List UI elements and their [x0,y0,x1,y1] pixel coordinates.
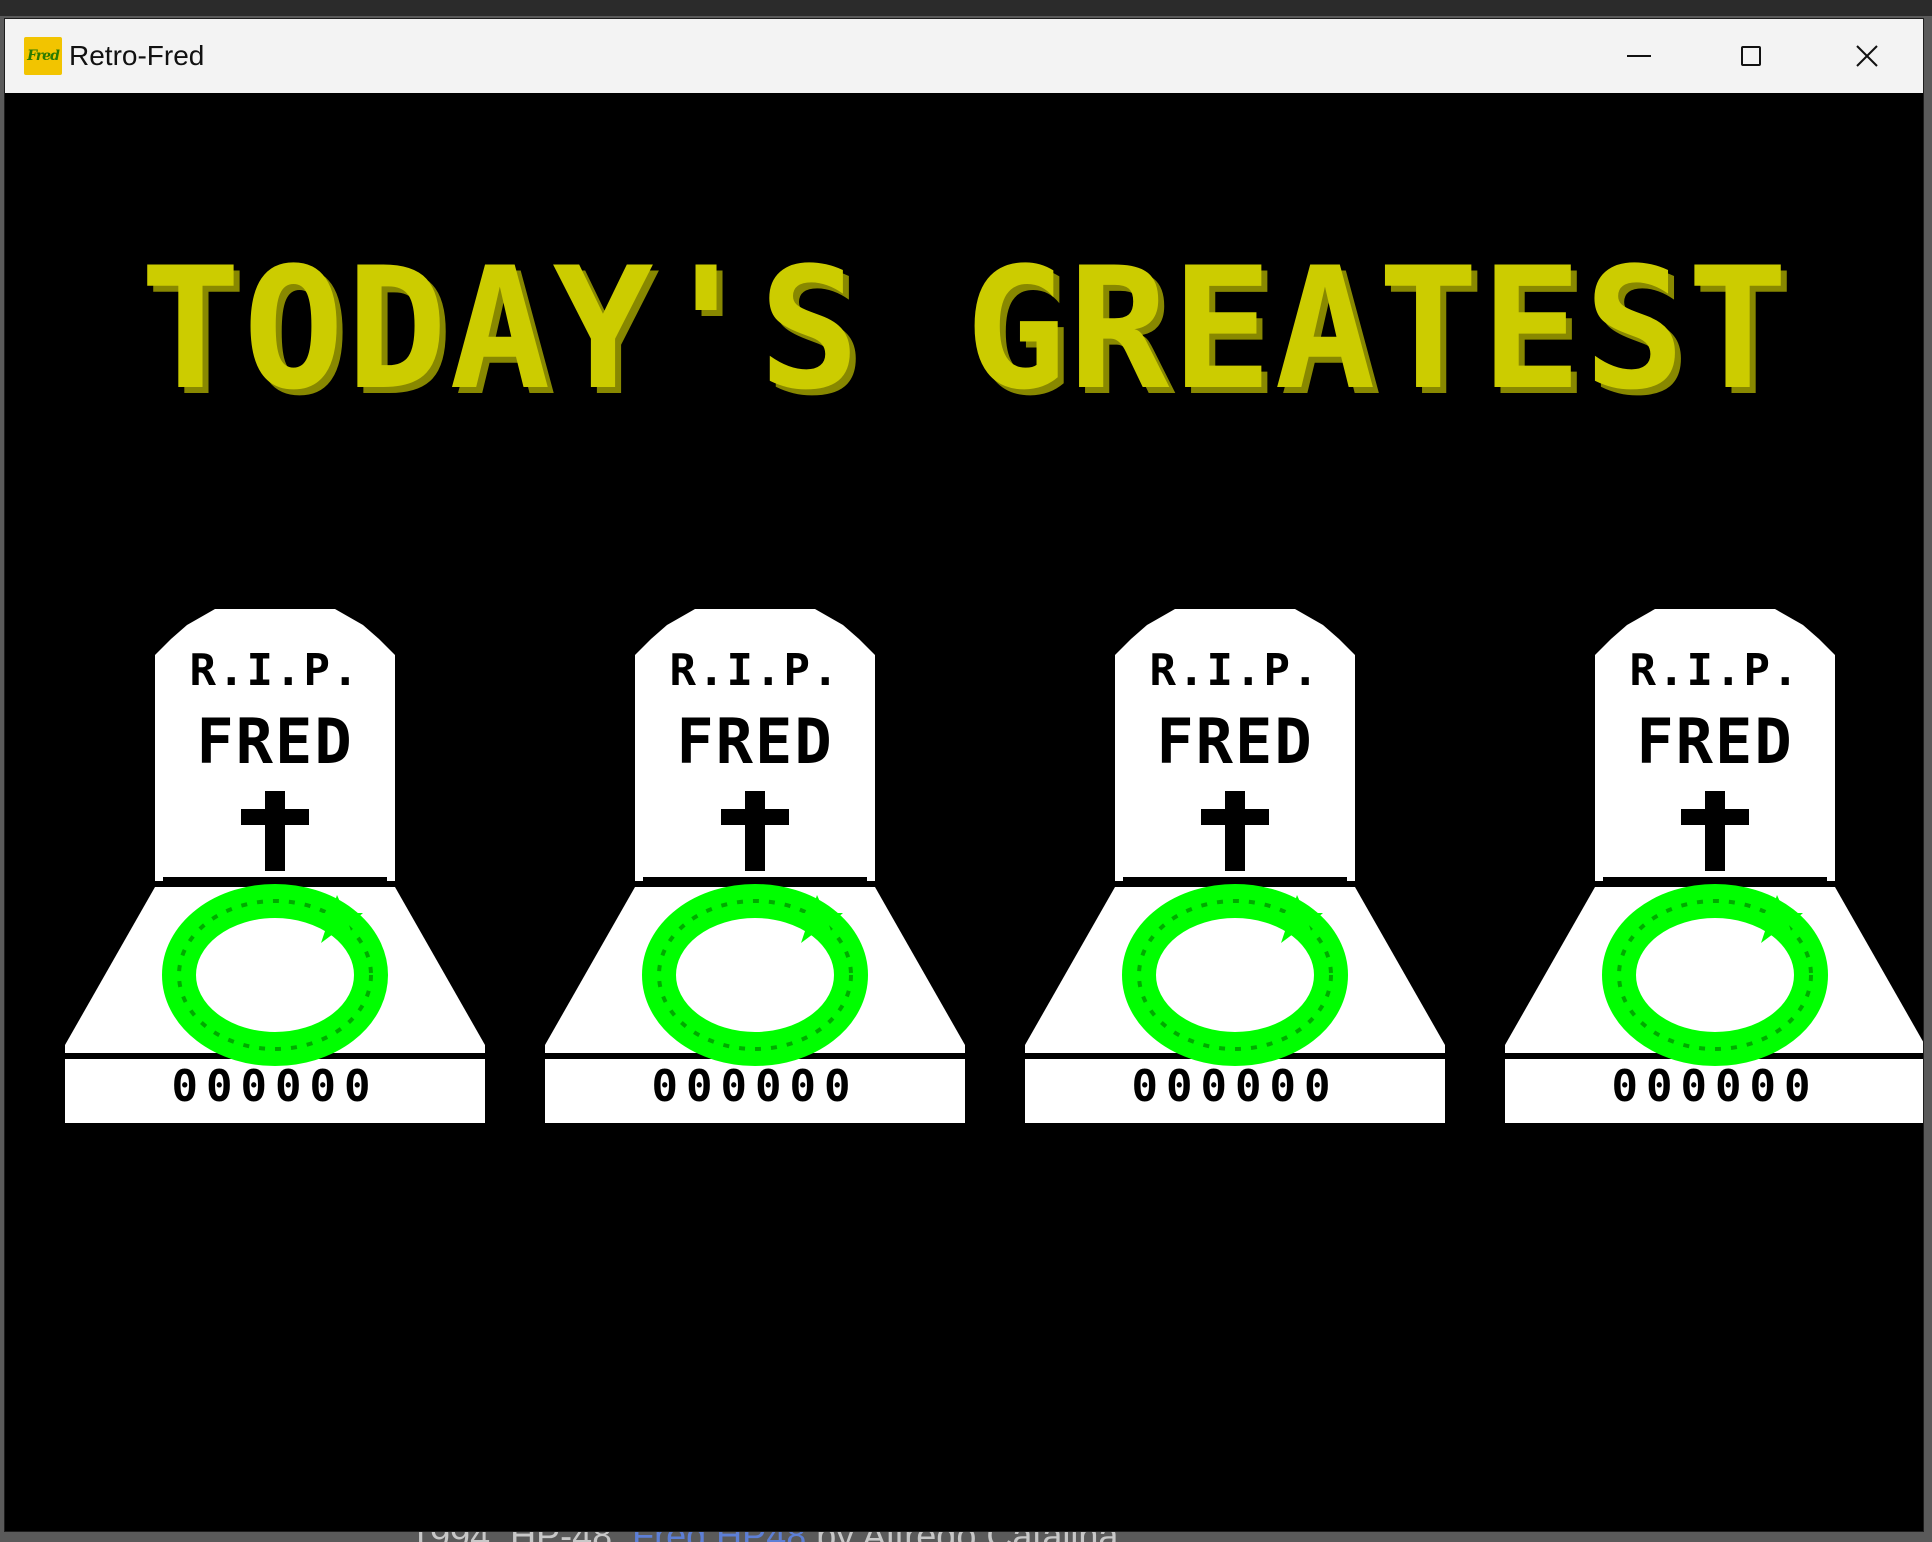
rip-label: R.I.P. [669,645,841,696]
rip-label: R.I.P. [189,645,361,696]
tombstone-row: R.I.P. FRED 000000 R.I.P. FRED 000000 R.… [5,93,1923,1531]
maximize-icon [1741,46,1761,66]
player-name: FRED [196,705,354,778]
app-window: Fred Retro-Fred TODAY'S GREATEST R.I.P. … [4,18,1924,1532]
player-name: FRED [1636,705,1794,778]
player-score: 000000 [171,1061,379,1112]
app-icon-label: Fred [27,48,60,64]
player-score: 000000 [1611,1061,1819,1112]
window-title: Retro-Fred [69,40,205,71]
maximize-button[interactable] [1695,19,1807,93]
rip-label: R.I.P. [1629,645,1801,696]
tombstone-3: R.I.P. FRED 000000 [1025,595,1445,1135]
player-score: 000000 [1131,1061,1339,1112]
rip-label: R.I.P. [1149,645,1321,696]
player-name: FRED [676,705,834,778]
game-screen[interactable]: TODAY'S GREATEST R.I.P. FRED 000000 R.I.… [5,93,1923,1531]
app-icon: Fred [24,37,62,75]
close-button[interactable] [1811,19,1923,93]
desktop-background [0,0,1932,16]
tombstone-2: R.I.P. FRED 000000 [545,595,965,1135]
player-name: FRED [1156,705,1314,778]
tombstone-1: R.I.P. FRED 000000 [65,595,485,1135]
player-score: 000000 [651,1061,859,1112]
close-icon [1856,45,1878,67]
minimize-button[interactable] [1583,19,1695,93]
minimize-icon [1627,55,1651,57]
title-bar[interactable]: Fred Retro-Fred [5,19,1923,93]
tombstone-4: R.I.P. FRED 000000 [1505,595,1923,1135]
